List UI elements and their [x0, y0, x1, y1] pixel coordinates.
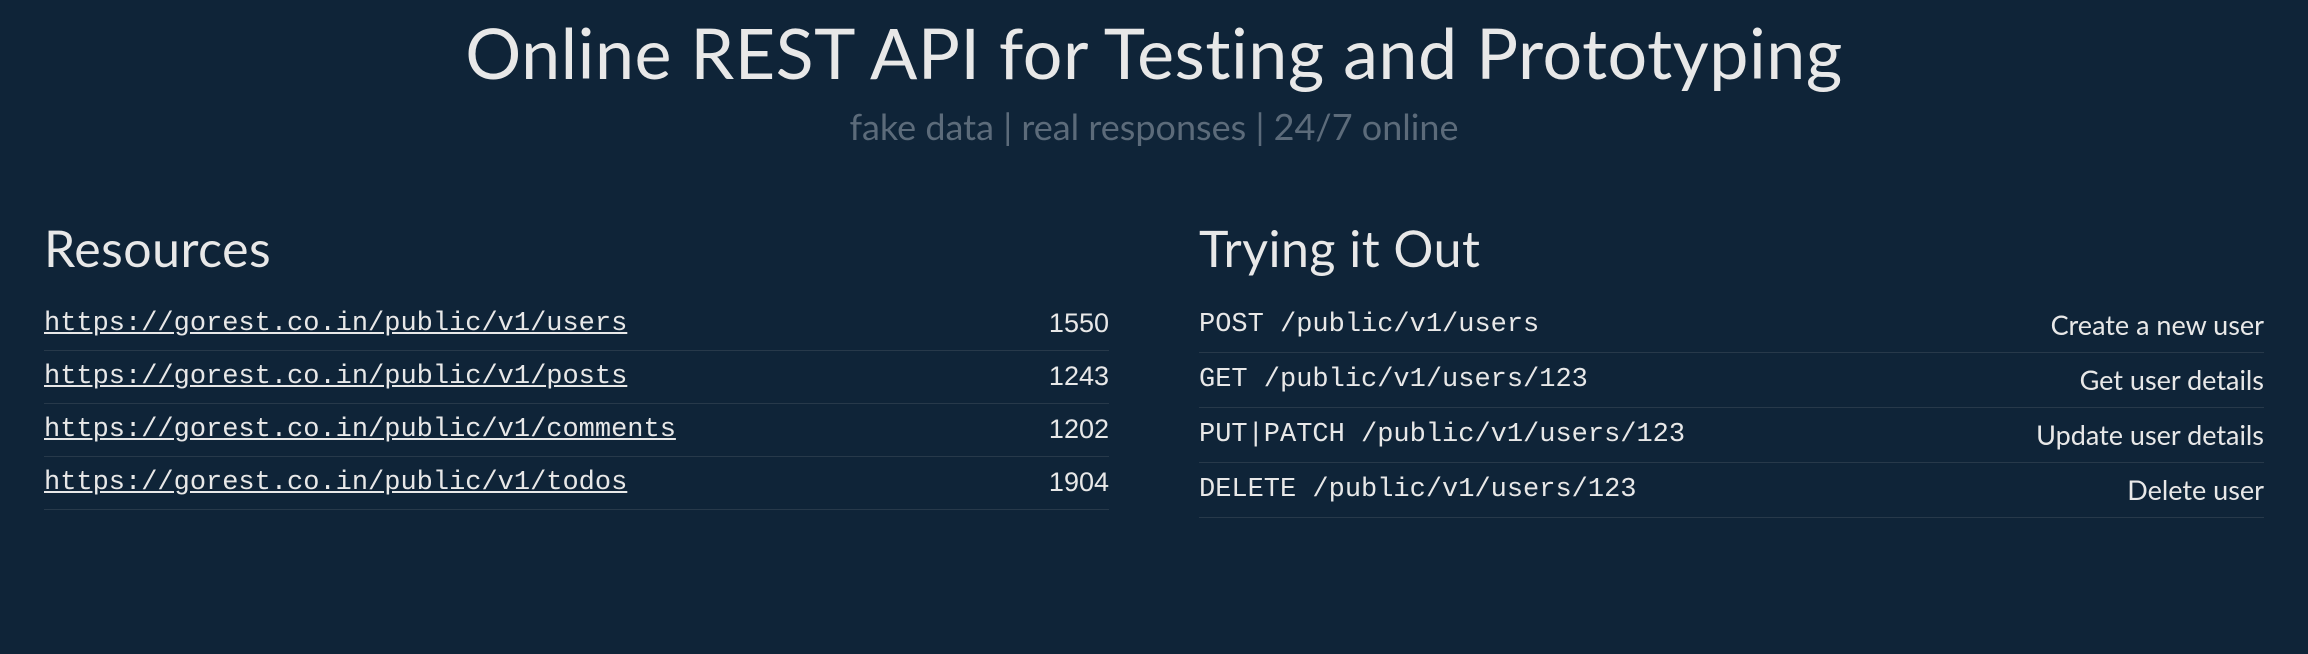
- page-subtitle: fake data | real responses | 24/7 online: [0, 104, 2308, 148]
- resources-column: Resources https://gorest.co.in/public/v1…: [44, 218, 1109, 518]
- resource-row: https://gorest.co.in/public/v1/comments …: [44, 404, 1109, 457]
- endpoint-put-user: PUT|PATCH /public/v1/users/123: [1199, 420, 1685, 450]
- resource-count: 1550: [1049, 308, 1109, 339]
- endpoint-row: GET /public/v1/users/123 Get user detail…: [1199, 353, 2264, 408]
- endpoint-row: DELETE /public/v1/users/123 Delete user: [1199, 463, 2264, 518]
- resource-link-posts[interactable]: https://gorest.co.in/public/v1/posts: [44, 362, 627, 392]
- endpoint-desc: Get user details: [2080, 363, 2264, 396]
- resource-link-comments[interactable]: https://gorest.co.in/public/v1/comments: [44, 415, 676, 445]
- endpoint-desc: Create a new user: [2051, 308, 2264, 341]
- endpoint-desc: Update user details: [2036, 418, 2264, 451]
- resource-link-users[interactable]: https://gorest.co.in/public/v1/users: [44, 309, 627, 339]
- hero-section: Online REST API for Testing and Prototyp…: [0, 0, 2308, 188]
- resource-count: 1904: [1049, 467, 1109, 498]
- endpoint-desc: Delete user: [2127, 473, 2264, 506]
- resource-count: 1202: [1049, 414, 1109, 445]
- trying-heading: Trying it Out: [1199, 218, 2264, 278]
- endpoint-row: POST /public/v1/users Create a new user: [1199, 308, 2264, 353]
- resource-row: https://gorest.co.in/public/v1/todos 190…: [44, 457, 1109, 510]
- page-title: Online REST API for Testing and Prototyp…: [0, 10, 2308, 94]
- trying-column: Trying it Out POST /public/v1/users Crea…: [1199, 218, 2264, 518]
- resource-row: https://gorest.co.in/public/v1/posts 124…: [44, 351, 1109, 404]
- resource-link-todos[interactable]: https://gorest.co.in/public/v1/todos: [44, 468, 627, 498]
- content-columns: Resources https://gorest.co.in/public/v1…: [0, 188, 2308, 518]
- endpoint-delete-user: DELETE /public/v1/users/123: [1199, 475, 1636, 505]
- endpoint-row: PUT|PATCH /public/v1/users/123 Update us…: [1199, 408, 2264, 463]
- endpoint-post-users: POST /public/v1/users: [1199, 310, 1539, 340]
- resources-heading: Resources: [44, 218, 1109, 278]
- endpoint-get-user: GET /public/v1/users/123: [1199, 365, 1588, 395]
- resource-count: 1243: [1049, 361, 1109, 392]
- resource-row: https://gorest.co.in/public/v1/users 155…: [44, 308, 1109, 351]
